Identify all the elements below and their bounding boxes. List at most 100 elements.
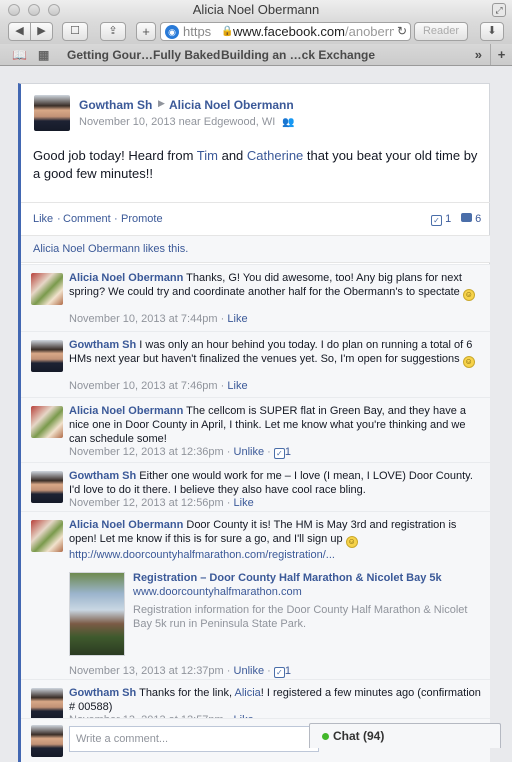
preview-domain-link[interactable]: www.doorcountyhalfmarathon.com	[133, 586, 302, 598]
forward-button[interactable]: ▶	[30, 22, 53, 41]
post-target-link[interactable]: Alicia Noel Obermann	[169, 98, 294, 112]
bookmarks-bar: 📖 ▦ Getting Gour…Fully Baked Building an…	[0, 44, 512, 66]
browser-toolbar: ◀ ▶ ☐ ⇪ + ◉ https 🔒 www.facebook.com/ano…	[0, 20, 512, 44]
comment-item: Gowtham Sh Thanks for the link, Alicia! …	[21, 679, 490, 726]
share-button[interactable]: ⇪	[100, 22, 126, 41]
comment-item: Gowtham Sh Either one would work for me …	[21, 462, 490, 511]
reload-icon[interactable]: ↻	[393, 23, 407, 40]
separator-dot: ·	[57, 213, 61, 225]
separator-dot: ·	[226, 497, 231, 509]
commenter-avatar[interactable]	[31, 471, 63, 503]
mention-link[interactable]: Catherine	[247, 148, 303, 163]
add-bookmark-button[interactable]: +	[136, 22, 156, 41]
audience-friends-icon[interactable]: 👥	[282, 117, 294, 128]
separator-dot: ·	[220, 313, 225, 325]
close-window-button[interactable]	[8, 4, 20, 16]
comment-link[interactable]: Comment	[63, 203, 111, 235]
likers-link[interactable]: Alicia Noel Obermann likes this.	[33, 243, 188, 255]
comment-meta: November 10, 2013 at 7:44pm · Like	[69, 313, 248, 325]
comments-count-value: 6	[475, 213, 482, 225]
post-author-link[interactable]: Gowtham Sh	[79, 98, 152, 112]
comment-item: Alicia Noel Obermann The cellcom is SUPE…	[21, 397, 490, 462]
separator-dot: ·	[267, 665, 271, 677]
comment-timestamp[interactable]: November 13, 2013 at 12:37pm	[69, 665, 224, 677]
bookmark-item[interactable]: Getting Gour…Fully Baked	[67, 44, 220, 66]
promote-link[interactable]: Promote	[121, 203, 163, 235]
thumbs-up-icon: ✓	[273, 448, 285, 459]
mention-link[interactable]: Tim	[197, 148, 218, 163]
like-sentence: Alicia Noel Obermann likes this.	[21, 235, 490, 263]
more-bookmarks-icon[interactable]: »	[475, 44, 482, 66]
story-card: Gowtham Sh ▶ Alicia Noel Obermann Novemb…	[18, 83, 490, 762]
comment-author-link[interactable]: Alicia Noel Obermann	[69, 405, 183, 417]
comment-body: Alicia Noel Obermann Thanks, G! You did …	[69, 271, 483, 301]
top-sites-grid-icon[interactable]: ▦	[38, 44, 49, 66]
post-timestamp[interactable]: November 10, 2013 near Edgewood, WI	[79, 116, 275, 128]
sidebar-toggle-button[interactable]: ☐	[62, 22, 88, 41]
globe-icon: ◉	[165, 25, 179, 39]
comment-timestamp[interactable]: November 10, 2013 at 7:46pm	[69, 380, 218, 392]
comment-like-count[interactable]: ✓ 1	[273, 446, 292, 459]
smiley-icon: ☺	[462, 289, 475, 301]
separator-dot: ·	[226, 446, 231, 458]
comment-text: Thanks for the link,	[139, 687, 235, 699]
comment-author-link[interactable]: Gowtham Sh	[69, 339, 136, 351]
commenter-avatar[interactable]	[31, 520, 63, 552]
thumbs-up-icon: ✓	[431, 215, 442, 226]
commenter-avatar[interactable]	[31, 340, 63, 372]
author-avatar[interactable]	[34, 95, 70, 131]
minimize-window-button[interactable]	[28, 4, 40, 16]
comment-like-link[interactable]: Like	[234, 497, 254, 509]
link-preview[interactable]: Registration – Door County Half Marathon…	[69, 572, 479, 660]
address-bar[interactable]: ◉ https 🔒 www.facebook.com/anoberm ↻	[160, 22, 411, 41]
comment-like-link[interactable]: Like	[227, 380, 247, 392]
comment-url-link[interactable]: http://www.doorcountyhalfmarathon.com/re…	[69, 549, 335, 561]
comment-author-link[interactable]: Gowtham Sh	[69, 470, 136, 482]
new-tab-icon[interactable]: +	[490, 44, 512, 65]
comment-meta: November 13, 2013 at 12:37pm · Unlike · …	[69, 665, 291, 678]
page-right-gutter	[502, 67, 512, 762]
chat-tab[interactable]: Chat (94)	[309, 723, 501, 748]
comment-body: Alicia Noel Obermann Door County it is! …	[69, 518, 483, 562]
preview-title-link[interactable]: Registration – Door County Half Marathon…	[133, 572, 442, 584]
url-path: /anoberm	[345, 24, 400, 39]
comment-author-link[interactable]: Alicia Noel Obermann	[69, 272, 183, 284]
comment-body: Gowtham Sh I was only an hour behind you…	[69, 338, 483, 368]
back-button[interactable]: ◀	[8, 22, 31, 41]
fullscreen-icon[interactable]: ⤢	[492, 3, 506, 17]
comments-count[interactable]: 6	[461, 203, 481, 235]
like-link[interactable]: Like	[33, 203, 53, 235]
comment-timestamp[interactable]: November 12, 2013 at 12:36pm	[69, 446, 224, 458]
likes-count[interactable]: ✓ 1	[431, 203, 451, 235]
post-meta: November 10, 2013 near Edgewood, WI 👥	[79, 116, 295, 128]
commenter-avatar[interactable]	[31, 688, 63, 720]
post-text-part: and	[217, 148, 247, 163]
comment-unlike-link[interactable]: Unlike	[234, 446, 265, 458]
comment-timestamp[interactable]: November 12, 2013 at 12:56pm	[69, 497, 224, 509]
comment-item: Alicia Noel Obermann Thanks, G! You did …	[21, 264, 490, 331]
reader-button[interactable]: Reader	[414, 22, 468, 41]
comment-input[interactable]	[69, 726, 319, 752]
comment-timestamp[interactable]: November 10, 2013 at 7:44pm	[69, 313, 218, 325]
smiley-icon: ☺	[462, 356, 475, 368]
comment-like-count[interactable]: ✓ 1	[273, 665, 291, 678]
preview-thumbnail[interactable]	[69, 572, 125, 656]
zoom-window-button[interactable]	[48, 4, 60, 16]
bookmark-item[interactable]: Building an …ck Exchange	[221, 44, 375, 66]
comment-author-link[interactable]: Alicia Noel Obermann	[69, 519, 183, 531]
downloads-button[interactable]: ⬇	[480, 22, 504, 41]
commenter-avatar[interactable]	[31, 406, 63, 438]
comment-meta: November 12, 2013 at 12:56pm · Like	[69, 497, 254, 509]
mention-link[interactable]: Alicia	[234, 687, 260, 699]
post-text-part: Good job today! Heard from	[33, 148, 197, 163]
preview-description: Registration information for the Door Co…	[133, 604, 468, 630]
comment-meta: November 12, 2013 at 12:36pm · Unlike · …	[69, 446, 291, 459]
bookmarks-book-icon[interactable]: 📖	[12, 44, 27, 66]
comment-like-link[interactable]: Like	[227, 313, 247, 325]
comment-like-count-value: 1	[284, 446, 292, 458]
separator-dot: ·	[220, 380, 225, 392]
url-host: www.facebook.com/anoberm	[233, 23, 400, 40]
comment-unlike-link[interactable]: Unlike	[234, 665, 265, 677]
comment-author-link[interactable]: Gowtham Sh	[69, 687, 136, 699]
commenter-avatar[interactable]	[31, 273, 63, 305]
